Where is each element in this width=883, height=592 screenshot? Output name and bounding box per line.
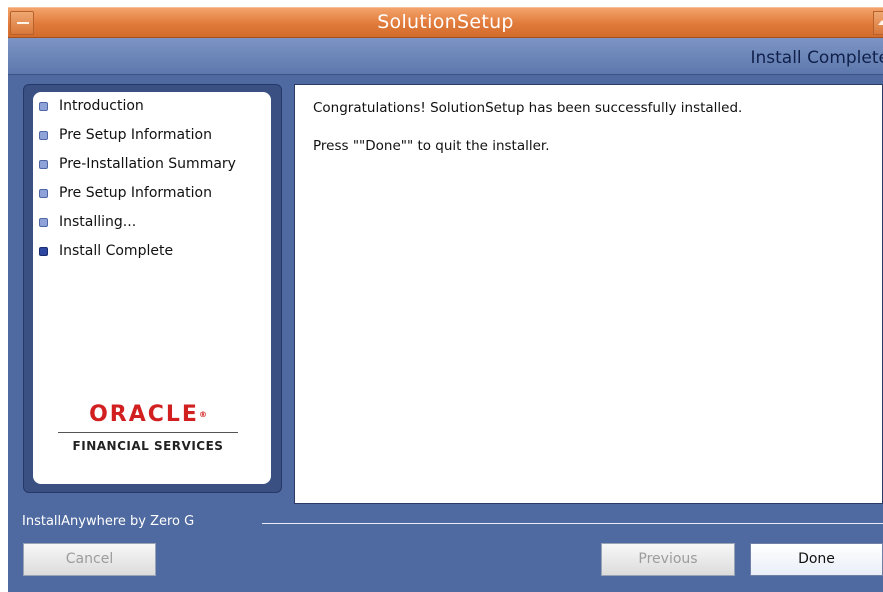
step-label: Pre Setup Information [59, 185, 212, 201]
step-item-pre-installation-summary: Pre-Installation Summary [39, 154, 236, 174]
steps-sidebar: Introduction Pre Setup Information Pre-I… [23, 84, 282, 493]
window-maximize-button[interactable] [873, 11, 883, 35]
steps-list: Introduction Pre Setup Information Pre-I… [33, 92, 271, 484]
step-bullet-icon [39, 188, 48, 198]
step-bullet-icon [39, 101, 48, 111]
step-bullet-active-icon [39, 246, 48, 256]
window-title: SolutionSetup [377, 11, 514, 33]
up-arrow-icon [878, 20, 883, 25]
logo-divider [58, 432, 238, 433]
logo-subtitle: FINANCIAL SERVICES [72, 439, 224, 453]
cancel-button[interactable]: Cancel [23, 543, 156, 576]
step-label: Pre Setup Information [59, 127, 212, 143]
step-item-install-complete: Install Complete [39, 241, 173, 261]
previous-button[interactable]: Previous [601, 543, 735, 576]
done-button[interactable]: Done [750, 543, 883, 576]
oracle-logo-wordmark: ORACLE® [89, 402, 207, 427]
step-bullet-icon [39, 130, 48, 140]
step-item-pre-setup-information: Pre Setup Information [39, 125, 212, 145]
content-panel: Congratulations! SolutionSetup has been … [294, 84, 883, 504]
step-header: Install Complete [8, 38, 883, 75]
footer-divider [262, 523, 883, 524]
step-title: Install Complete [750, 48, 883, 68]
step-label: Introduction [59, 98, 144, 114]
success-message: Congratulations! SolutionSetup has been … [313, 100, 743, 116]
step-item-installing: Installing... [39, 212, 136, 232]
step-item-introduction: Introduction [39, 96, 144, 116]
oracle-financial-services-logo: ORACLE® FINANCIAL SERVICES [53, 402, 243, 453]
step-item-pre-setup-information-2: Pre Setup Information [39, 183, 212, 203]
step-bullet-icon [39, 217, 48, 227]
step-label: Installing... [59, 214, 137, 230]
step-bullet-icon [39, 159, 48, 169]
step-label: Pre-Installation Summary [59, 156, 236, 172]
installanywhere-brand: InstallAnywhere by Zero G [22, 514, 195, 529]
installer-frame: Install Complete Introduction Pre Setup … [8, 38, 883, 592]
step-label: Install Complete [59, 243, 174, 259]
window-title-bar: SolutionSetup [8, 7, 883, 38]
done-instruction: Press ""Done"" to quit the installer. [313, 138, 550, 154]
